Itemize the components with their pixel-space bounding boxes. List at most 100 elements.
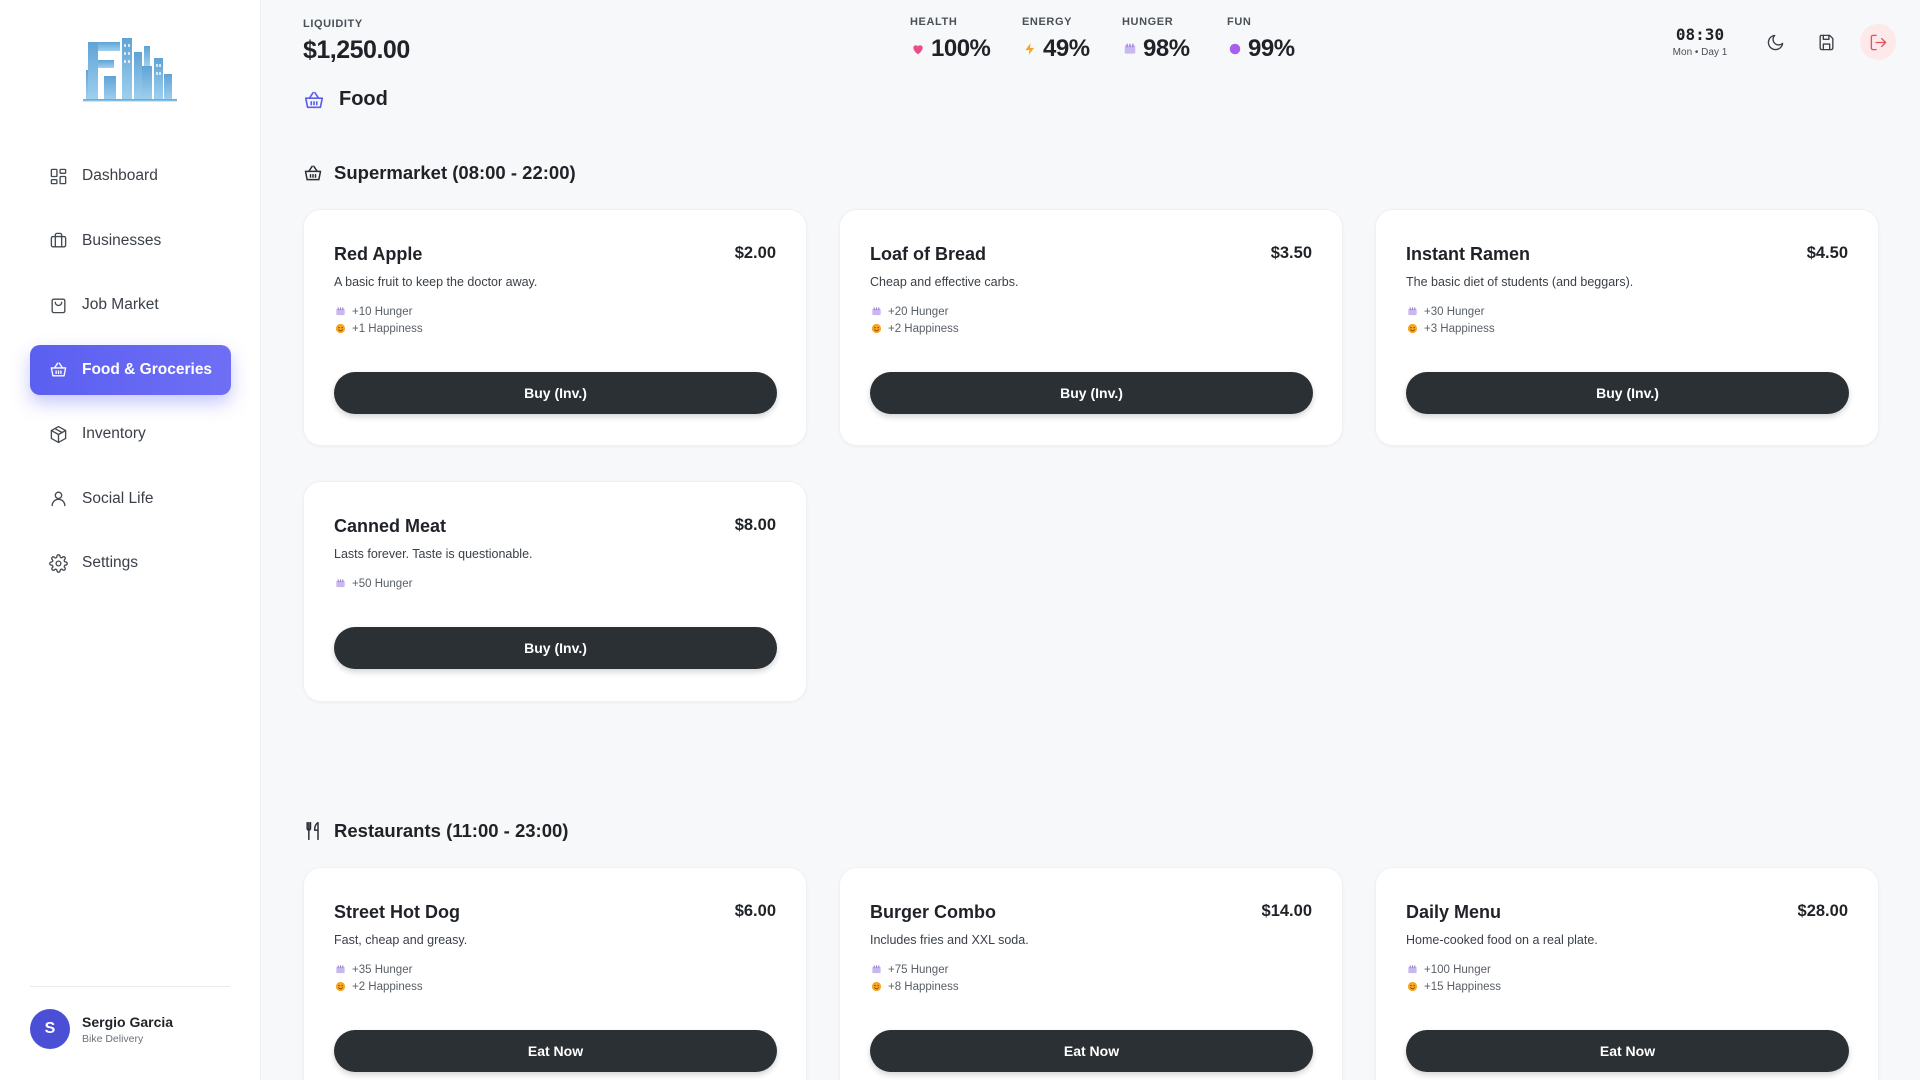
happiness-effect: +8 Happiness [870,978,959,995]
product-effects: +30 Hunger +3 Happiness [1406,303,1495,337]
buy-button[interactable]: Buy (Inv.) [1406,372,1849,414]
product-price: $2.00 [734,244,776,262]
fun-stat: FUN 99% [1227,16,1295,63]
smile-icon [1406,323,1418,335]
happiness-effect-text: +2 Happiness [352,980,423,993]
product-effects: +100 Hunger +15 Happiness [1406,961,1501,995]
happiness-effect: +15 Happiness [1406,978,1501,995]
dot-icon [1227,42,1242,57]
stat-label: ENERGY [1022,16,1073,28]
sidebar-item-inventory[interactable]: Inventory [30,409,231,459]
box-icon [48,424,68,444]
sidebar-item-label: Food & Groceries [82,360,213,378]
user-name: Sergio Garcia [82,1013,174,1030]
sidebar-item-job-market[interactable]: Job Market [30,280,231,330]
bag-icon [48,295,68,315]
happiness-effect-text: +8 Happiness [888,980,959,993]
plate-icon [1122,42,1137,57]
hunger-effect-text: +35 Hunger [352,963,413,976]
smile-icon [1406,981,1418,993]
grid-icon [48,166,68,186]
buy-button[interactable]: Buy (Inv.) [870,372,1313,414]
hunger-effect: +20 Hunger [870,303,959,320]
save-button[interactable] [1808,24,1844,60]
happiness-effect-text: +2 Happiness [888,322,959,335]
game-clock: 08:30 Mon • Day 1 [1663,25,1737,58]
sidebar-item-label: Businesses [82,231,162,249]
sidebar: Dashboard Businesses Job Market Food & G… [0,0,261,1080]
product-name: Street Hot Dog [334,902,460,922]
sidebar-nav: Dashboard Businesses Job Market Food & G… [30,151,231,603]
plate-icon [1406,964,1418,976]
hunger-effect: +75 Hunger [870,961,959,978]
product-price: $6.00 [734,902,776,920]
city-logo-icon[interactable] [80,28,180,104]
user-profile[interactable]: S Sergio Garcia Bike Delivery [30,1009,173,1049]
sidebar-item-dashboard[interactable]: Dashboard [30,151,231,201]
product-name: Canned Meat [334,516,447,536]
hunger-effect-text: +10 Hunger [352,305,413,318]
product-effects: +20 Hunger +2 Happiness [870,303,959,337]
stat-value: 49% [1043,35,1090,62]
hunger-effect: +10 Hunger [334,303,423,320]
clock-day: Mon • Day 1 [1672,47,1728,58]
hunger-effect-text: +20 Hunger [888,305,949,318]
sidebar-item-social-life[interactable]: Social Life [30,474,231,524]
product-price: $28.00 [1797,902,1848,920]
hunger-effect-text: +75 Hunger [888,963,949,976]
product-name: Loaf of Bread [870,244,987,264]
buy-button[interactable]: Buy (Inv.) [334,372,777,414]
product-description: Includes fries and XXL soda. [870,933,1029,947]
logout-button[interactable] [1860,24,1896,60]
theme-toggle-button[interactable] [1757,24,1793,60]
product-card-red-apple: Red Apple $2.00 A basic fruit to keep th… [303,209,807,446]
logout-icon [1870,34,1886,50]
product-name: Burger Combo [870,902,996,922]
sidebar-item-label: Job Market [82,296,159,313]
product-card-daily-menu: Daily Menu $28.00 Home-cooked food on a … [1375,867,1879,1080]
smile-icon [334,323,346,335]
product-card-loaf-of-bread: Loaf of Bread $3.50 Cheap and effective … [839,209,1343,446]
happiness-effect: +2 Happiness [334,978,423,995]
page-title-text: Food [339,88,388,110]
stat-value: 100% [931,35,991,62]
eat-now-button[interactable]: Eat Now [870,1030,1313,1072]
stat-value: 98% [1143,35,1190,62]
sidebar-item-label: Dashboard [82,167,158,184]
product-price: $3.50 [1270,244,1312,262]
liquidity-value: $1,250.00 [303,36,410,64]
sidebar-item-food-groceries[interactable]: Food & Groceries [30,344,231,395]
user-icon [48,489,68,509]
smile-icon [870,981,882,993]
stat-label: HEALTH [910,16,958,28]
product-price: $8.00 [734,516,776,534]
plate-icon [334,964,346,976]
eat-now-button[interactable]: Eat Now [1406,1030,1849,1072]
product-name: Instant Ramen [1406,244,1531,264]
happiness-effect-text: +15 Happiness [1424,980,1502,993]
eat-now-button[interactable]: Eat Now [334,1030,777,1072]
avatar: S [30,1009,70,1049]
plate-icon [334,306,346,318]
sidebar-item-businesses[interactable]: Businesses [30,216,231,266]
happiness-effect: +1 Happiness [334,320,423,337]
product-name: Red Apple [334,244,423,264]
product-description: A basic fruit to keep the doctor away. [334,275,538,289]
buy-button[interactable]: Buy (Inv.) [334,627,777,669]
product-card-instant-ramen: Instant Ramen $4.50 The basic diet of st… [1375,209,1879,446]
sidebar-item-settings[interactable]: Settings [30,538,231,588]
happiness-effect-text: +3 Happiness [1424,322,1495,335]
bolt-icon [1022,42,1037,57]
briefcase-icon [48,231,68,251]
product-effects: +35 Hunger +2 Happiness [334,961,423,995]
basket-icon [304,91,324,108]
basket-icon [304,165,322,181]
product-description: Home-cooked food on a real plate. [1406,933,1598,947]
plate-icon [870,964,882,976]
liquidity-label: LIQUIDITY [303,18,363,30]
page-title: Food [303,88,388,111]
plate-icon [1406,306,1418,318]
moon-icon [1767,34,1783,50]
hunger-effect-text: +100 Hunger [1424,963,1491,976]
stat-label: HUNGER [1122,16,1174,28]
